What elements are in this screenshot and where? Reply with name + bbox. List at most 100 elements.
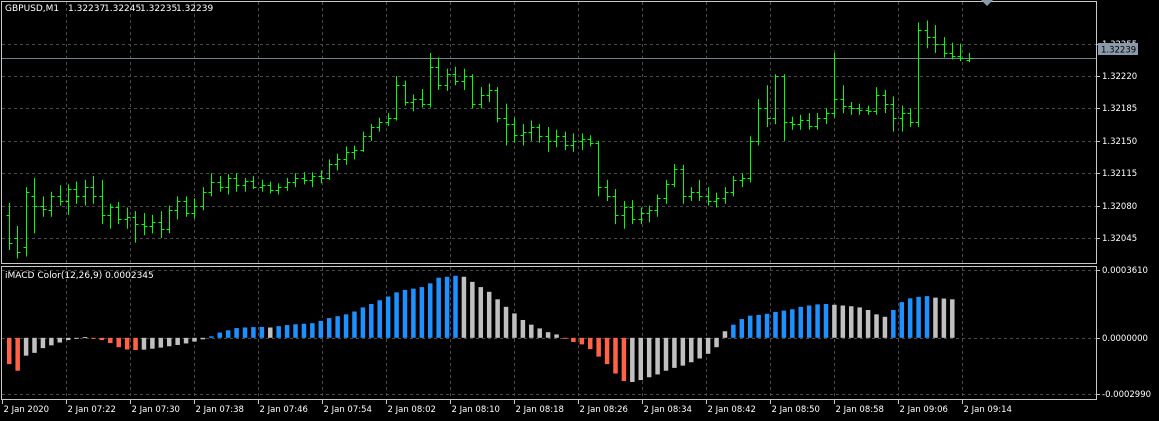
- macd-bar: [613, 337, 618, 374]
- ohlc-open: 1.32237: [68, 4, 105, 14]
- time-axis-label: 2 Jan 08:18: [516, 405, 564, 415]
- macd-bar: [756, 314, 761, 338]
- time-axis-label: 2 Jan 07:30: [132, 405, 180, 415]
- macd-bar: [402, 289, 408, 338]
- time-axis-label: 2 Jan 08:50: [772, 405, 820, 415]
- macd-bar: [192, 337, 197, 342]
- macd-bar: [663, 337, 669, 371]
- macd-bar: [301, 323, 307, 338]
- macd-bar: [781, 310, 787, 338]
- price-axis-label: 1.32080: [1102, 202, 1137, 212]
- macd-bar: [798, 306, 803, 338]
- price-axis-label: 1.32115: [1102, 169, 1137, 179]
- macd-bar: [545, 332, 551, 338]
- macd-bar: [141, 337, 147, 350]
- time-axis-label: 2 Jan 08:34: [644, 405, 692, 415]
- price-axis-label: 1.32185: [1102, 104, 1137, 114]
- time-axis-label: 2 Jan 08:02: [388, 405, 436, 415]
- macd-bar: [428, 283, 433, 338]
- macd-bar: [916, 296, 921, 338]
- time-axis-label: 2 Jan 08:42: [708, 405, 756, 415]
- macd-bar: [276, 326, 281, 338]
- trading-chart[interactable]: GBPUSD,M1 1.32237 1.32245 1.32235 1.3223…: [0, 0, 1159, 421]
- time-axis-label: 2 Jan 09:14: [964, 405, 1012, 415]
- macd-bar: [899, 302, 905, 338]
- macd-bar: [251, 327, 256, 338]
- macd-bar: [360, 307, 366, 338]
- macd-bar: [369, 304, 374, 338]
- macd-bar: [444, 276, 450, 338]
- macd-axis-label: 0.0003610: [1102, 266, 1148, 276]
- macd-bar: [520, 319, 526, 338]
- macd-axis-label: 0.0000000: [1102, 334, 1148, 344]
- macd-bar: [697, 337, 702, 359]
- symbol-label: GBPUSD,M1: [5, 4, 59, 14]
- macd-bar: [166, 337, 172, 347]
- macd-bar: [150, 337, 155, 349]
- macd-bar: [335, 316, 340, 338]
- macd-bar: [722, 331, 728, 338]
- macd-bar: [293, 324, 298, 338]
- macd-bar: [183, 337, 189, 344]
- macd-bar: [419, 287, 425, 338]
- time-axis-label: 2 Jan 2020: [4, 405, 50, 415]
- macd-bar: [646, 337, 652, 378]
- macd-bar: [209, 336, 214, 338]
- macd-bar: [225, 330, 231, 338]
- current-price-value: 1.32239: [1101, 46, 1136, 56]
- macd-bar: [933, 297, 938, 338]
- macd-bar: [453, 275, 458, 338]
- macd-bar: [175, 337, 180, 345]
- macd-bar: [394, 292, 399, 338]
- macd-axis-label: -0.0002990: [1102, 390, 1151, 400]
- macd-bar: [680, 337, 686, 366]
- macd-bar: [259, 326, 265, 338]
- macd-bar: [773, 311, 778, 338]
- macd-bar: [529, 324, 534, 338]
- macd-bar: [23, 337, 29, 356]
- macd-bar: [554, 334, 559, 338]
- time-axis-label: 2 Jan 09:06: [900, 405, 948, 415]
- time-axis-label: 2 Jan 07:54: [324, 405, 372, 415]
- time-axis-label: 2 Jan 08:26: [580, 405, 628, 415]
- macd-bar: [950, 299, 955, 338]
- macd-bar: [849, 306, 854, 338]
- macd-bar: [116, 337, 121, 348]
- macd-bar: [638, 337, 643, 381]
- macd-bar: [571, 337, 576, 342]
- macd-bar: [764, 313, 770, 338]
- macd-bar: [630, 337, 635, 382]
- ohlc-close: 1.32239: [176, 4, 213, 14]
- macd-bar: [74, 337, 79, 339]
- macd-bar: [621, 337, 627, 382]
- macd-bar: [924, 296, 930, 338]
- macd-bar: [486, 291, 492, 338]
- macd-bar: [806, 305, 812, 338]
- macd-bar: [495, 299, 500, 338]
- macd-bar: [377, 300, 382, 338]
- macd-bar: [234, 328, 239, 338]
- macd-bar: [815, 304, 820, 338]
- macd-bar: [790, 309, 795, 338]
- price-axis-label: 1.32150: [1102, 137, 1137, 147]
- macd-bar: [604, 337, 610, 365]
- macd-bar: [158, 337, 164, 348]
- macd-bar: [503, 306, 509, 338]
- macd-bar: [739, 319, 745, 338]
- macd-bar: [7, 337, 12, 365]
- macd-bar: [537, 328, 542, 338]
- macd-bar: [385, 296, 391, 338]
- macd-bar: [587, 337, 593, 350]
- current-price-tag: 1.32239: [1098, 43, 1138, 56]
- macd-bar: [99, 337, 105, 341]
- macd-bar: [512, 313, 517, 338]
- macd-bar: [310, 323, 315, 338]
- macd-bar: [747, 315, 753, 338]
- macd-bar: [840, 305, 846, 338]
- price-axis-label: 1.32220: [1102, 72, 1137, 82]
- macd-bar: [823, 304, 829, 338]
- macd-bar: [562, 337, 568, 339]
- macd-bar: [411, 288, 416, 338]
- macd-bar: [200, 337, 206, 340]
- macd-bar: [91, 337, 96, 339]
